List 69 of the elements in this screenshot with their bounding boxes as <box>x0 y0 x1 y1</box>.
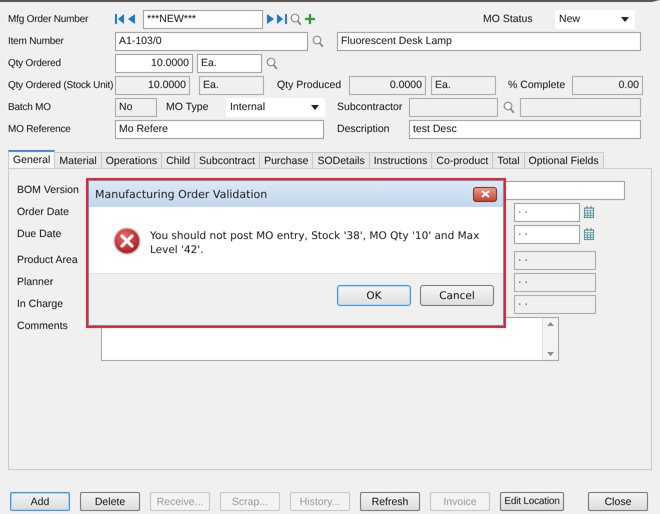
first-record-icon[interactable] <box>115 14 125 24</box>
field-label: Description <box>337 123 391 135</box>
action-button[interactable]: Edit Location <box>500 492 564 511</box>
error-icon <box>113 227 141 255</box>
tab[interactable]: Material <box>54 152 102 168</box>
action-button[interactable]: Close <box>588 492 648 511</box>
scroll-up-icon[interactable] <box>547 322 554 326</box>
tab[interactable]: Purchase <box>259 152 314 168</box>
dialog-button[interactable]: Cancel <box>420 285 494 306</box>
input-field[interactable]: A1-103/0 <box>115 32 308 50</box>
field-label: Qty Produced <box>277 79 342 91</box>
input-field[interactable]: 10.0000 <box>115 54 193 72</box>
previous-record-icon[interactable] <box>128 14 135 24</box>
scrollbar[interactable] <box>542 318 558 360</box>
close-icon <box>480 190 490 198</box>
caret-icon <box>311 104 319 110</box>
tab[interactable]: Total <box>492 152 525 168</box>
field-label: BOM Version <box>17 184 80 196</box>
field-label: Order Date <box>17 206 70 218</box>
dropdown[interactable]: New <box>555 10 635 28</box>
field-label: Mfg Order Number <box>8 14 90 24</box>
input-field[interactable]: test Desc <box>409 120 641 138</box>
add-icon[interactable] <box>305 14 315 24</box>
tab[interactable]: Child <box>161 152 196 168</box>
search-icon[interactable] <box>290 12 302 26</box>
field-label: % Complete <box>508 79 566 91</box>
caret-icon <box>621 16 629 22</box>
input-field[interactable]: Mo Refere <box>115 120 324 138</box>
tab[interactable]: Subcontract <box>194 152 260 168</box>
scroll-down-icon[interactable] <box>547 352 554 356</box>
tab[interactable]: Instructions <box>368 152 432 168</box>
last-record-icon[interactable] <box>277 14 287 24</box>
field-label: Item Number <box>8 36 65 46</box>
search-icon[interactable] <box>266 56 278 70</box>
tab[interactable]: General <box>8 150 56 168</box>
field-label: Qty Ordered (Stock Unit) <box>8 80 114 90</box>
action-button[interactable]: Add <box>10 492 70 511</box>
action-button[interactable]: Refresh <box>360 492 420 511</box>
search-icon[interactable] <box>312 34 324 48</box>
field-label: Subcontractor <box>337 101 404 113</box>
calendar-icon[interactable] <box>584 206 594 218</box>
field-label: MO Reference <box>8 124 72 134</box>
dialog-message: You should not post MO entry, Stock '38', MO Qty '10' and Max Level '42'. <box>150 229 480 257</box>
input-field[interactable]: · · <box>514 224 580 244</box>
tab[interactable]: Optional Fields <box>524 152 604 168</box>
calendar-icon[interactable] <box>584 228 594 240</box>
input-field[interactable]: Fluorescent Desk Lamp <box>337 32 641 50</box>
action-button[interactable]: Delete <box>80 492 140 511</box>
field-label: Product Area <box>17 254 79 266</box>
field-label: In Charge <box>17 298 64 310</box>
tab[interactable]: Co-product <box>431 152 494 168</box>
field-label: Planner <box>17 276 54 288</box>
close-button[interactable] <box>473 186 497 202</box>
dialog-button[interactable]: OK <box>337 285 411 306</box>
dialog-title: Manufacturing Order Validation <box>95 188 268 200</box>
tab[interactable]: SODetails <box>312 152 370 168</box>
field-label: Comments <box>17 319 69 332</box>
next-record-icon[interactable] <box>267 14 274 24</box>
field-label: Batch MO <box>8 102 52 112</box>
input-field[interactable]: · · <box>514 202 580 222</box>
search-icon[interactable] <box>503 100 515 114</box>
tab[interactable]: Operations <box>100 152 162 168</box>
field-label: Due Date <box>17 228 62 240</box>
field-label: Qty Ordered <box>8 58 62 68</box>
input-field[interactable]: Ea. <box>197 54 262 72</box>
field-label: MO Type <box>166 101 210 113</box>
field-label: MO Status <box>483 13 534 25</box>
dropdown[interactable]: Internal <box>226 98 325 116</box>
input-field[interactable]: ***NEW*** <box>143 10 263 28</box>
